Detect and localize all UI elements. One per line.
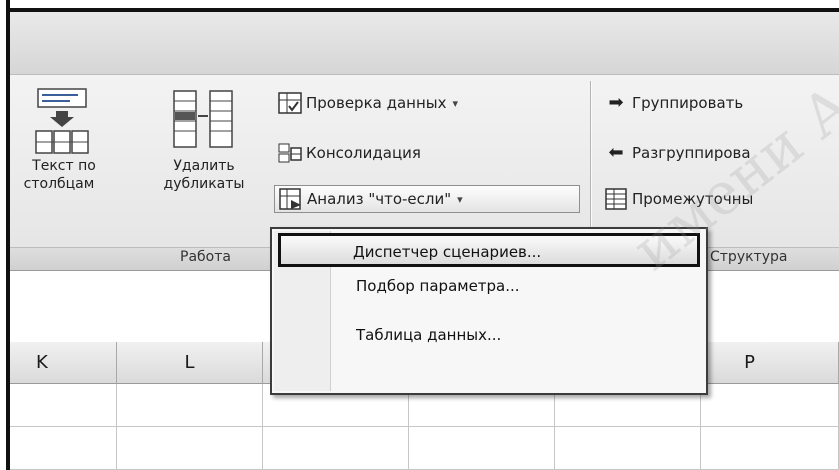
subtotal-button[interactable]: Промежуточны: [604, 185, 753, 213]
remove-duplicates-icon: [173, 90, 233, 148]
whatif-dropdown-icon[interactable]: ▾: [457, 193, 463, 206]
data-validation-label: Проверка данных: [306, 94, 447, 112]
column-header-k[interactable]: K: [10, 342, 117, 384]
remove-duplicates-label-2: дубликаты: [163, 176, 245, 192]
window-frame-top: [0, 0, 839, 12]
menu-item-data-table-label: Таблица данных...: [356, 326, 502, 344]
data-validation-dropdown-icon[interactable]: ▾: [453, 97, 459, 110]
ungroup-button[interactable]: ⬅ Разгруппирова: [604, 139, 751, 167]
remove-duplicates-label-1: Удалить: [173, 158, 235, 174]
text-to-columns-button[interactable]: Текст по столбцам: [12, 83, 116, 223]
group-label: Группировать: [632, 94, 744, 112]
whatif-analysis-label: Анализ "что-если": [307, 190, 452, 208]
grid-cell[interactable]: [263, 427, 409, 470]
grid-cell[interactable]: [117, 384, 263, 427]
remove-duplicates-button[interactable]: Удалить дубликаты: [142, 83, 266, 223]
subtotal-label: Промежуточны: [632, 190, 754, 208]
group-label-work: Работа: [180, 249, 231, 265]
excel-window: Текст по столбцам Удалить дубликаты Пров…: [0, 0, 839, 470]
grid-cell[interactable]: [10, 427, 117, 470]
ungroup-arrow-icon: ⬅: [608, 142, 624, 163]
ungroup-label: Разгруппирова: [632, 144, 751, 162]
subtotal-icon: [605, 188, 627, 210]
menu-item-scenario-manager-label: Диспетчер сценариев...: [353, 243, 542, 261]
window-frame-left: [0, 0, 10, 470]
grid-cell[interactable]: [701, 427, 839, 470]
text-to-columns-icon: [35, 88, 89, 154]
grid-cell[interactable]: [10, 384, 117, 427]
menu-item-goal-seek[interactable]: Подбор параметра...: [356, 277, 520, 295]
group-button[interactable]: ➡ Группировать: [604, 89, 743, 117]
text-to-columns-label-1: Текст по: [32, 158, 96, 174]
menu-item-scenario-manager[interactable]: Диспетчер сценариев...: [278, 233, 700, 267]
column-header-l[interactable]: L: [117, 342, 263, 384]
consolidate-label: Консолидация: [306, 144, 421, 162]
group-label-outline: Структура: [710, 249, 788, 265]
grid-cell[interactable]: [555, 427, 701, 470]
group-arrow-icon: ➡: [608, 92, 624, 113]
consolidate-icon: [278, 143, 302, 163]
whatif-analysis-button[interactable]: Анализ "что-если" ▾: [274, 185, 580, 213]
column-header-l-label: L: [184, 352, 195, 373]
column-header-p-label: P: [744, 352, 755, 373]
data-validation-icon: [278, 92, 302, 114]
menu-item-goal-seek-label: Подбор параметра...: [356, 277, 520, 295]
column-header-p[interactable]: P: [701, 342, 839, 384]
text-to-columns-label-2: столбцам: [23, 176, 95, 192]
title-bar: [10, 12, 839, 74]
grid-cell[interactable]: [409, 427, 555, 470]
consolidate-button[interactable]: Консолидация: [278, 139, 421, 167]
menu-item-data-table[interactable]: Таблица данных...: [356, 326, 501, 344]
column-header-k-label: K: [36, 352, 48, 373]
grid-cell[interactable]: [701, 384, 839, 427]
data-validation-button[interactable]: Проверка данных ▾: [278, 89, 458, 117]
whatif-analysis-icon: [279, 188, 301, 210]
grid-cell[interactable]: [117, 427, 263, 470]
whatif-dropdown-menu: Диспетчер сценариев... Подбор параметра.…: [270, 227, 708, 395]
